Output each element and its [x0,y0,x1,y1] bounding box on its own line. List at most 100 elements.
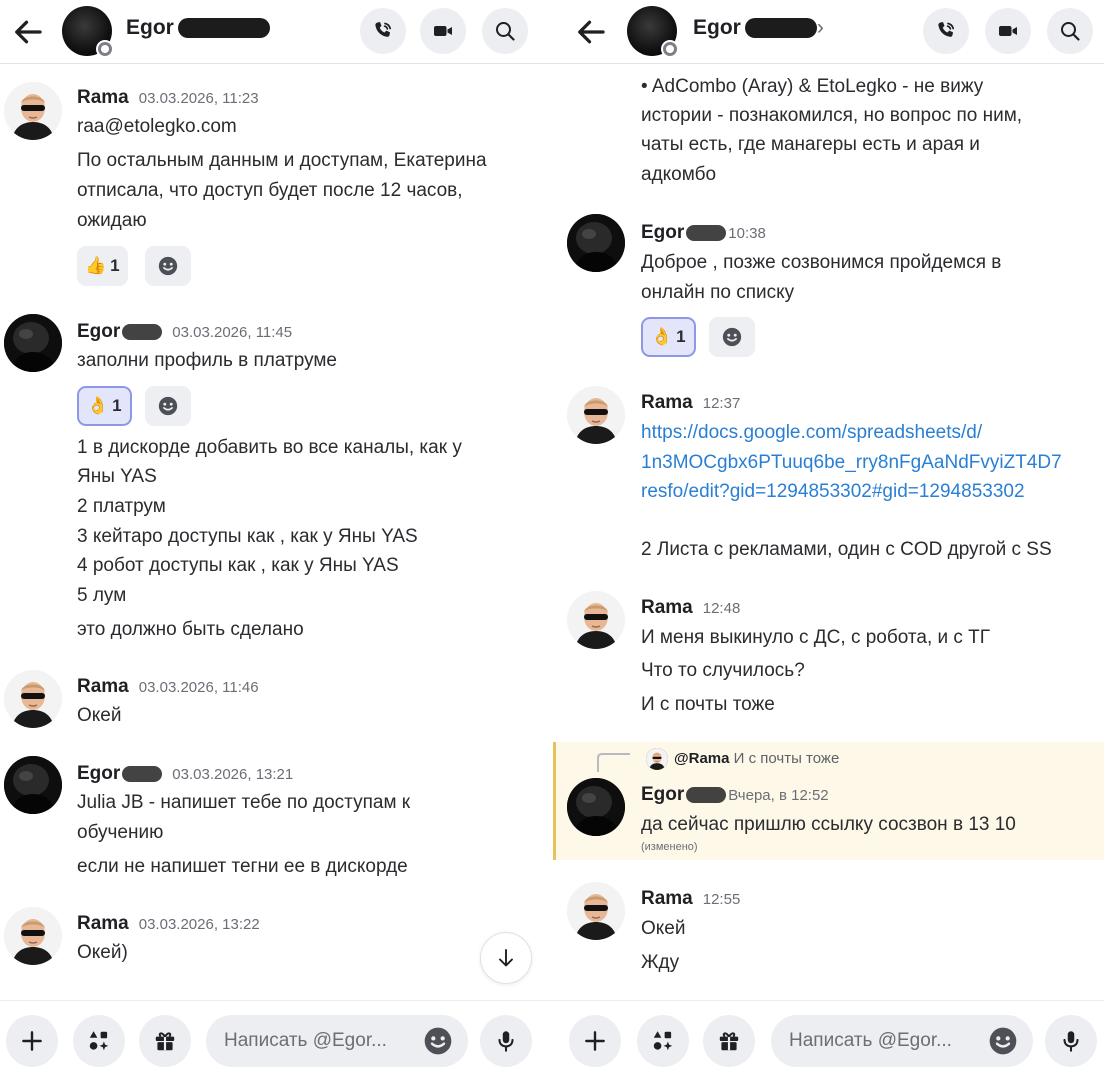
message-author[interactable]: Rama 03.03.2026, 11:23 [77,87,259,109]
plus-icon [19,1028,45,1054]
message-link[interactable]: resfo/edit?gid=1294853302#gid=1294853302 [641,480,1025,504]
phone-icon [934,19,958,43]
message-text: 1 в дискорде добавить во все каналы, как… [77,437,462,458]
avatar[interactable] [4,756,62,814]
emoji-picker-icon[interactable] [422,1025,454,1057]
timestamp: 03.03.2026, 13:21 [172,766,294,783]
header-user-name[interactable]: Egor › [693,16,824,40]
voice-message-button[interactable] [1045,1015,1097,1067]
avatar[interactable] [4,82,62,140]
message-text: И меня выкинуло с ДС, с робота, и с ТГ [641,627,991,648]
message-author[interactable]: Rama 12:48 [641,597,740,619]
add-reaction-button[interactable] [145,246,191,286]
gift-button[interactable] [139,1015,191,1067]
voice-call-button[interactable] [360,8,406,54]
avatar[interactable] [4,907,62,965]
voice-message-button[interactable] [480,1015,532,1067]
avatar[interactable] [567,591,625,649]
status-idle-icon [96,40,114,58]
video-call-button[interactable] [420,8,466,54]
message-author[interactable]: Egor 03.03.2026, 13:21 [77,763,293,785]
reply-author: @Rama [674,750,730,767]
plus-icon [582,1028,608,1054]
timestamp: 10:38 [728,225,766,242]
attach-button[interactable] [569,1015,621,1067]
timestamp: 12:37 [702,395,741,412]
voice-call-button[interactable] [923,8,969,54]
back-arrow-icon[interactable] [573,14,609,50]
message-text: ожидаю [77,210,147,231]
video-call-button[interactable] [985,8,1031,54]
mic-icon [1058,1028,1084,1054]
reaction-ok-hand[interactable]: 👌 1 [77,386,132,426]
gift-icon [152,1028,178,1054]
timestamp: Вчера, в 12:52 [728,787,829,804]
message-link[interactable]: https://docs.google.com/spreadsheets/d/ [641,421,982,445]
message-input[interactable]: Написать @Egor... [206,1015,468,1067]
avatar[interactable] [567,778,625,836]
redacted-surname [744,18,817,39]
emoji-picker-icon[interactable] [987,1025,1019,1057]
message-author[interactable]: Egor 03.03.2026, 11:45 [77,321,292,343]
video-icon [996,19,1020,43]
reaction-ok-hand[interactable]: 👌 1 [641,317,696,357]
message-text: Яны YAS [77,466,157,487]
scroll-to-bottom-button[interactable] [480,932,532,984]
header-name-text: Egor [126,16,174,39]
search-button[interactable] [482,8,528,54]
reply-excerpt: И с почты тоже [733,750,840,767]
message-text: обучению [77,822,164,843]
message-author[interactable]: Rama 12:55 [641,888,740,910]
reply-connector [597,753,630,772]
message-author[interactable]: Rama 03.03.2026, 11:46 [77,676,259,698]
reply-reference[interactable]: @Rama И с почты тоже [674,750,839,767]
smile-icon [157,255,179,277]
reaction-count: 1 [676,327,686,346]
avatar[interactable] [567,882,625,940]
search-button[interactable] [1047,8,1093,54]
message-input[interactable]: Написать @Egor... [771,1015,1033,1067]
message-text: 3 кейтаро доступы как , как у Яны YAS [77,526,418,547]
add-reaction-button[interactable] [145,386,191,426]
author-name: Rama [77,676,129,697]
header-user-name[interactable]: Egor [126,16,270,40]
reaction-count: 1 [112,396,122,415]
redacted-surname [686,786,727,803]
reaction-thumbs-up[interactable]: 👍 1 [77,246,128,286]
message-text: Доброе , позже созвонимся пройдемся в [641,252,1002,273]
message-author[interactable]: Rama 12:37 [641,392,740,414]
header-avatar[interactable] [62,6,114,58]
search-icon [493,19,517,43]
message-text: если не напишет тегни ее в дискорде [77,856,408,877]
header-avatar[interactable] [627,6,679,58]
attach-button[interactable] [6,1015,58,1067]
message-author[interactable]: Rama 03.03.2026, 13:22 [77,913,260,935]
avatar[interactable] [4,670,62,728]
message-link[interactable]: 1n3MOCgbx6PTuuq6be_rry8nFgAaNdFvyiZT4D7 [641,451,1062,475]
avatar[interactable] [567,214,625,272]
message-text: чаты есть, где манагеры есть и арая и [641,134,980,155]
author-name: Rama [77,913,129,934]
author-name: Rama [641,888,693,909]
chat-header: Egor [0,0,553,64]
message-text: И с почты тоже [641,694,775,715]
author-name: Rama [641,597,693,618]
message-text: Окей [77,705,122,726]
apps-button[interactable] [637,1015,689,1067]
message-text: 2 Листа с рекламами, один с COD другой с… [641,539,1052,560]
author-name: Egor [641,784,685,805]
message-reply-highlighted: @Rama И с почты тоже Egor Вчера, в 12:52 … [553,742,1104,860]
message-text: 4 робот доступы как , как у Яны YAS [77,555,399,576]
input-placeholder: Написать @Egor... [789,1030,952,1051]
apps-button[interactable] [73,1015,125,1067]
back-arrow-icon[interactable] [10,14,46,50]
phone-icon [371,19,395,43]
message-author[interactable]: Egor 10:38 [641,222,766,244]
input-placeholder: Написать @Egor... [224,1030,387,1051]
message-author[interactable]: Egor Вчера, в 12:52 [641,784,829,806]
gift-button[interactable] [703,1015,755,1067]
add-reaction-button[interactable] [709,317,755,357]
message-text: По остальным данным и доступам, Екатерин… [77,150,487,171]
avatar[interactable] [567,386,625,444]
avatar[interactable] [4,314,62,372]
